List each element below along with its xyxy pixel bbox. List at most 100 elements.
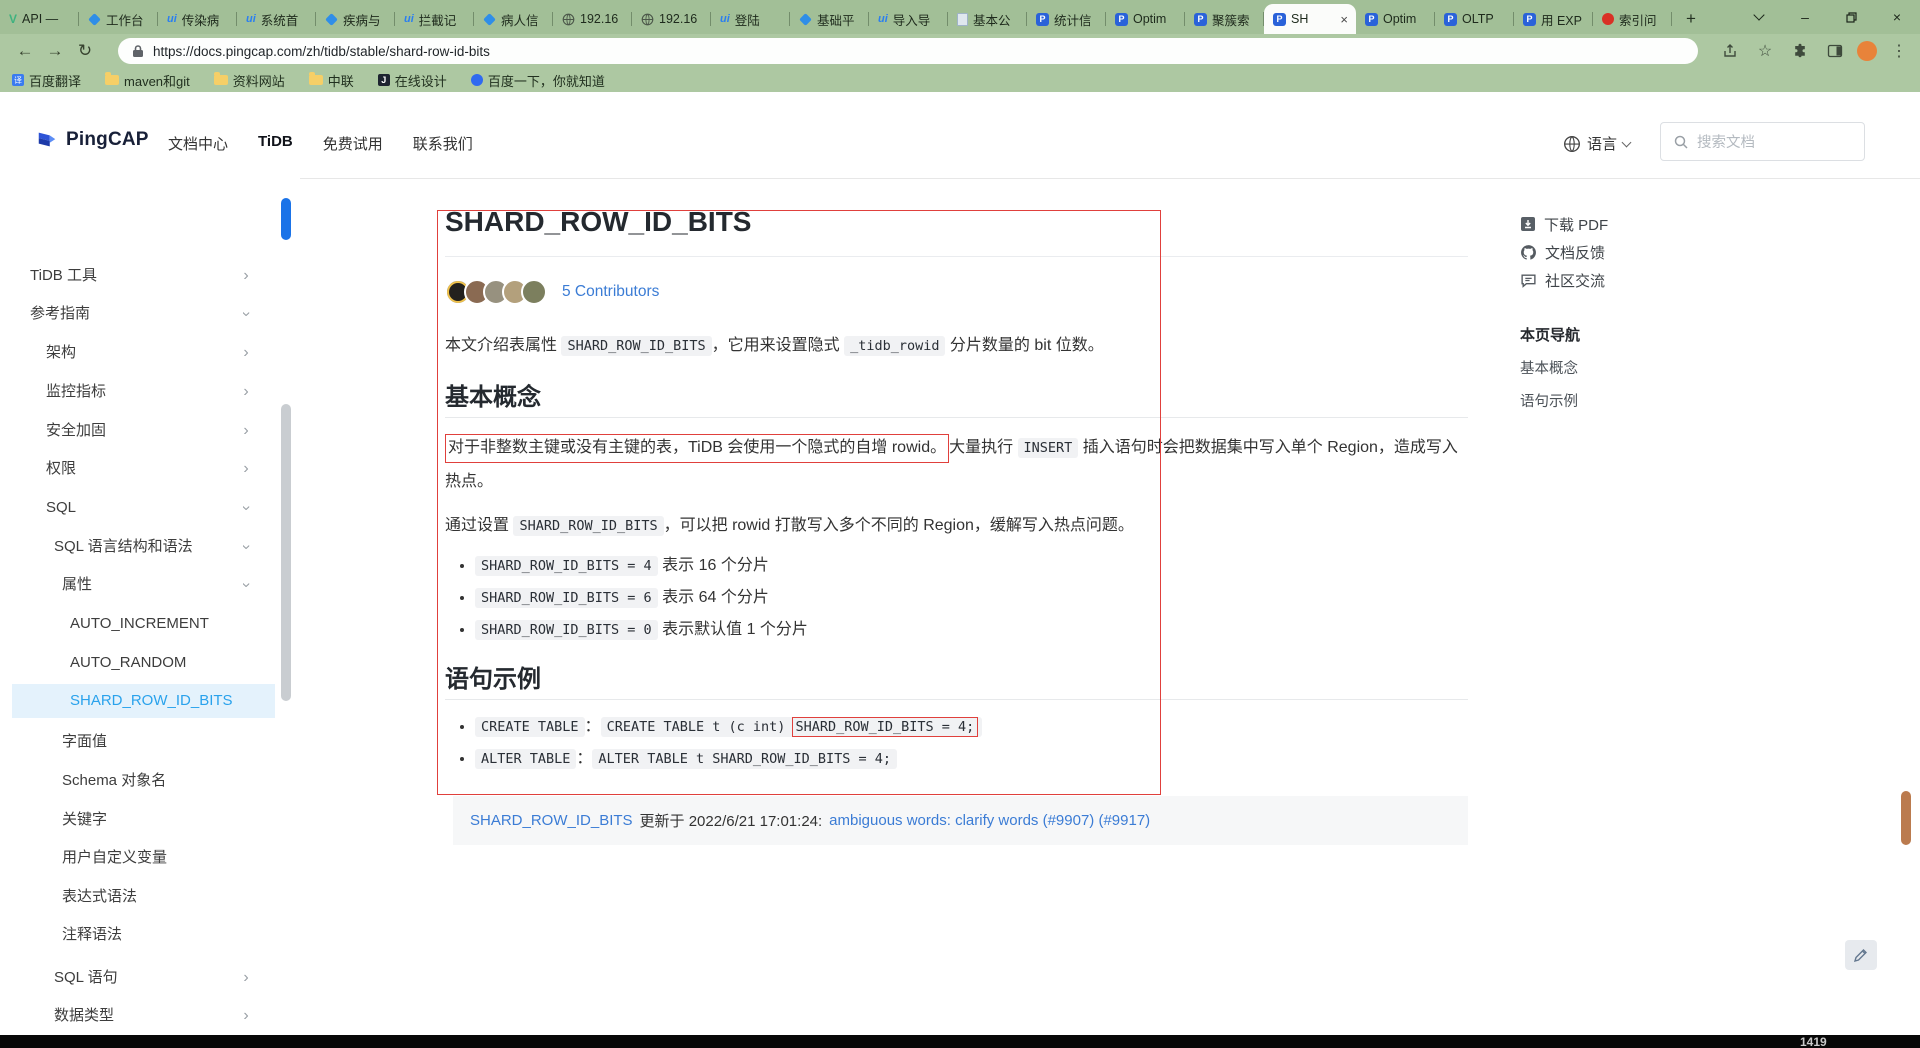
pingcap-logo[interactable]: PingCAP [36,129,149,151]
sidebar-item-label: 表达式语法 [62,888,138,905]
browser-toolbar: ← → ↻ https://docs.pingcap.com/zh/tidb/s… [0,34,1920,68]
browser-tab[interactable]: V API — [0,4,79,34]
toc-link[interactable]: 基本概念 [1520,357,1690,378]
diamond-icon [483,12,496,26]
browser-tab[interactable]: ui 登陆 [711,4,790,34]
sidebar-item-注释语法[interactable]: 注释语法 [0,918,300,952]
bookmark-star-button[interactable]: ☆ [1752,38,1778,64]
browser-tab[interactable]: P SH × [1264,4,1356,34]
language-selector[interactable]: 语言 [1563,133,1632,154]
sidebar-item-用户自定义变量[interactable]: 用户自定义变量 [0,841,300,875]
browser-tab[interactable]: 疾病与 [316,4,395,34]
sidebar-item-权限[interactable]: 权限 › [0,452,300,486]
nav-contact-us[interactable]: 联系我们 [413,133,473,154]
bookmark-item[interactable]: maven和git [105,71,190,90]
meta-commit-link[interactable]: ambiguous words: clarify words (#9907) (… [829,812,1150,829]
browser-tab[interactable]: ui 导入导 [869,4,948,34]
sidebar-scrollbar-thumb-blue[interactable] [281,198,291,240]
search-placeholder: 搜索文档 [1697,135,1755,151]
sidebar-item-关键字[interactable]: 关键字 [0,803,300,837]
browser-tab[interactable]: P Optim [1106,4,1185,34]
pingcap-logo-icon [38,132,56,147]
sidebar-scrollbar-thumb[interactable] [281,404,291,701]
sidebar-item-auto_increment[interactable]: AUTO_INCREMENT [0,607,300,641]
browser-tab[interactable]: 基础平 [790,4,869,34]
reload-button[interactable]: ↻ [70,37,100,65]
bookmark-item[interactable]: 百度一下，你就知道 [470,71,605,90]
sidebar-item-label: SQL 语句 [54,969,118,986]
browser-tab[interactable]: P 聚簇索 [1185,4,1264,34]
browser-tab[interactable]: P OLTP [1435,4,1514,34]
sidebar-item-auto_random[interactable]: AUTO_RANDOM [0,646,300,680]
avatar[interactable] [521,279,547,305]
nav-docs-center[interactable]: 文档中心 [168,133,228,154]
sidebar-item-sql-语句[interactable]: SQL 语句 › [0,961,300,995]
browser-tab[interactable]: ui 传染病 [158,4,237,34]
bookmark-item[interactable]: 中联 [308,71,354,90]
back-button[interactable]: ← [10,37,40,65]
window-minimize-button[interactable]: – [1782,0,1828,34]
contributors-link[interactable]: 5 Contributors [562,283,659,301]
browser-tab[interactable]: 192.16 [632,4,711,34]
address-bar[interactable]: https://docs.pingcap.com/zh/tidb/stable/… [118,38,1698,64]
sidebar-item-sql[interactable]: SQL › [0,491,300,525]
forward-button[interactable]: → [40,37,70,65]
nav-free-trial[interactable]: 免费试用 [323,133,383,154]
browser-tab[interactable]: 192.16 [553,4,632,34]
sidebar-item-架构[interactable]: 架构 › [0,336,300,370]
extensions-button[interactable] [1787,38,1813,64]
sidebar-item-tidb-工具[interactable]: TiDB 工具 › [0,259,300,293]
tab-label: Optim [1383,12,1417,26]
browser-tabs: V API — 工作台 ui 传染病 ui 系统首 疾病与 ui 拦截记 病人信 192.16 192.… [0,0,1672,34]
sidebar-item-schema-对象名[interactable]: Schema 对象名 [0,764,300,798]
toc-action-文档反馈[interactable]: 文档反馈 [1520,238,1690,266]
search-input[interactable]: 搜索文档 [1660,122,1865,161]
browser-tab[interactable]: 工作台 [79,4,158,34]
new-tab-button[interactable]: + [1676,4,1706,34]
browser-menu-button[interactable]: ⋮ [1886,38,1912,64]
window-restore-button[interactable] [1828,0,1874,34]
tab-close-icon[interactable]: × [1338,12,1350,27]
meta-page-link[interactable]: SHARD_ROW_ID_BITS [470,812,633,829]
toc-action-社区交流[interactable]: 社区交流 [1520,266,1690,294]
chevron-right-icon: › [243,1007,249,1024]
browser-tab[interactable]: 病人信 [474,4,553,34]
baidu-translate-icon: 译 [12,74,24,86]
tab-search-button[interactable] [1736,0,1782,34]
nav-tidb[interactable]: TiDB [258,133,293,154]
profile-avatar[interactable] [1857,41,1877,61]
feedback-button[interactable] [1845,940,1877,970]
toc-action-下载-pdf[interactable]: 下载 PDF [1520,210,1690,238]
sidebar-item-label: AUTO_RANDOM [70,654,187,671]
annotation-box-code: SHARD_ROW_ID_BITS = 4; [791,717,979,737]
sidebar-item-参考指南[interactable]: 参考指南 › [0,297,300,331]
uni-icon: ui [246,13,256,25]
diamond-icon [325,12,338,26]
share-button[interactable] [1717,38,1743,64]
bookmark-item[interactable]: 资料网站 [213,71,285,90]
toc-link[interactable]: 语句示例 [1520,390,1690,411]
sidebar-item-监控指标[interactable]: 监控指标 › [0,375,300,409]
sidebar-item-安全加固[interactable]: 安全加固 › [0,414,300,448]
browser-tab[interactable]: P 统计信 [1027,4,1106,34]
window-close-button[interactable]: × [1874,0,1920,34]
browser-tab[interactable]: P Optim [1356,4,1435,34]
browser-tab[interactable]: P 用 EXP [1514,4,1593,34]
side-panel-button[interactable] [1822,38,1848,64]
bookmark-item[interactable]: 译百度翻译 [12,71,81,90]
browser-tab[interactable]: ui 拦截记 [395,4,474,34]
sidebar-item-表达式语法[interactable]: 表达式语法 [0,880,300,914]
sidebar-item-shard_row_id_bits[interactable]: SHARD_ROW_ID_BITS [12,684,275,718]
browser-tab[interactable]: ui 系统首 [237,4,316,34]
bookmark-item[interactable]: J 在线设计 [377,71,447,90]
sidebar-item-sql-语言结构和语法[interactable]: SQL 语言结构和语法 › [0,530,300,564]
sidebar-item-数据类型[interactable]: 数据类型 › [0,999,300,1033]
tab-label: 基础平 [817,13,855,28]
sidebar-item-label: 参考指南 [30,305,91,322]
page-scrollbar-thumb[interactable] [1901,791,1911,845]
sidebar-item-属性[interactable]: 属性 › [0,568,300,602]
sidebar-item-字面值[interactable]: 字面值 [0,725,300,759]
browser-tab[interactable]: 索引问 [1593,4,1672,34]
browser-tab[interactable]: 基本公 [948,4,1027,34]
chevron-down-icon [1753,9,1765,21]
